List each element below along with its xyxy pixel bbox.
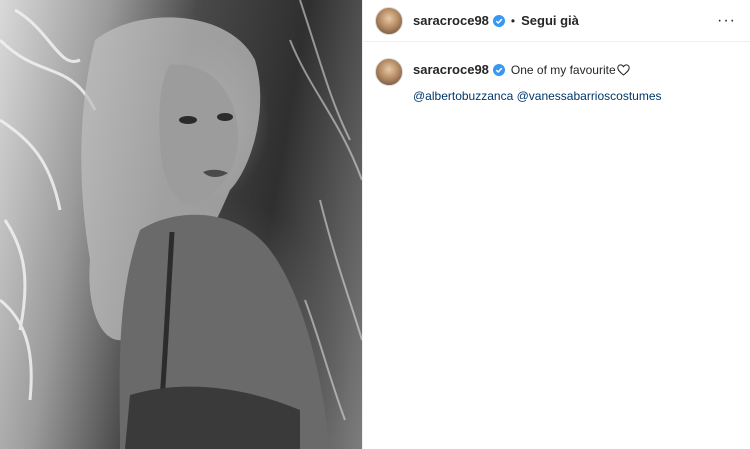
mention-link-albertobuzzanca[interactable]: @albertobuzzanca <box>413 89 513 103</box>
verified-badge-icon <box>492 64 505 76</box>
verified-badge-icon <box>492 14 505 27</box>
caption-text: One of my favourite <box>510 63 616 77</box>
post-sidebar: saracroce98 • Segui già ··· saracroce98 … <box>362 0 750 449</box>
instagram-post: saracroce98 • Segui già ··· saracroce98 … <box>0 0 750 449</box>
photo-illustration <box>0 0 362 449</box>
mention-link-vanessabarrioscostumes[interactable]: @vanessabarrioscostumes <box>517 89 662 103</box>
header-separator: • <box>510 13 516 28</box>
caption-username[interactable]: saracroce98 <box>413 62 489 78</box>
header-username[interactable]: saracroce98 <box>413 13 489 28</box>
post-photo[interactable] <box>0 0 362 449</box>
caption-body: saracroce98 One of my favourite @alberto… <box>413 62 662 104</box>
more-options-icon[interactable]: ··· <box>717 12 736 30</box>
caption-line: saracroce98 One of my favourite <box>413 62 662 78</box>
heart-outline-icon <box>616 64 630 76</box>
caption-mentions: @albertobuzzanca @vanessabarrioscostumes <box>413 88 662 104</box>
post-header: saracroce98 • Segui già ··· <box>363 0 750 42</box>
avatar[interactable] <box>375 6 403 35</box>
following-button[interactable]: Segui già <box>521 13 579 28</box>
caption: saracroce98 One of my favourite @alberto… <box>363 42 750 104</box>
caption-avatar[interactable] <box>375 58 403 86</box>
